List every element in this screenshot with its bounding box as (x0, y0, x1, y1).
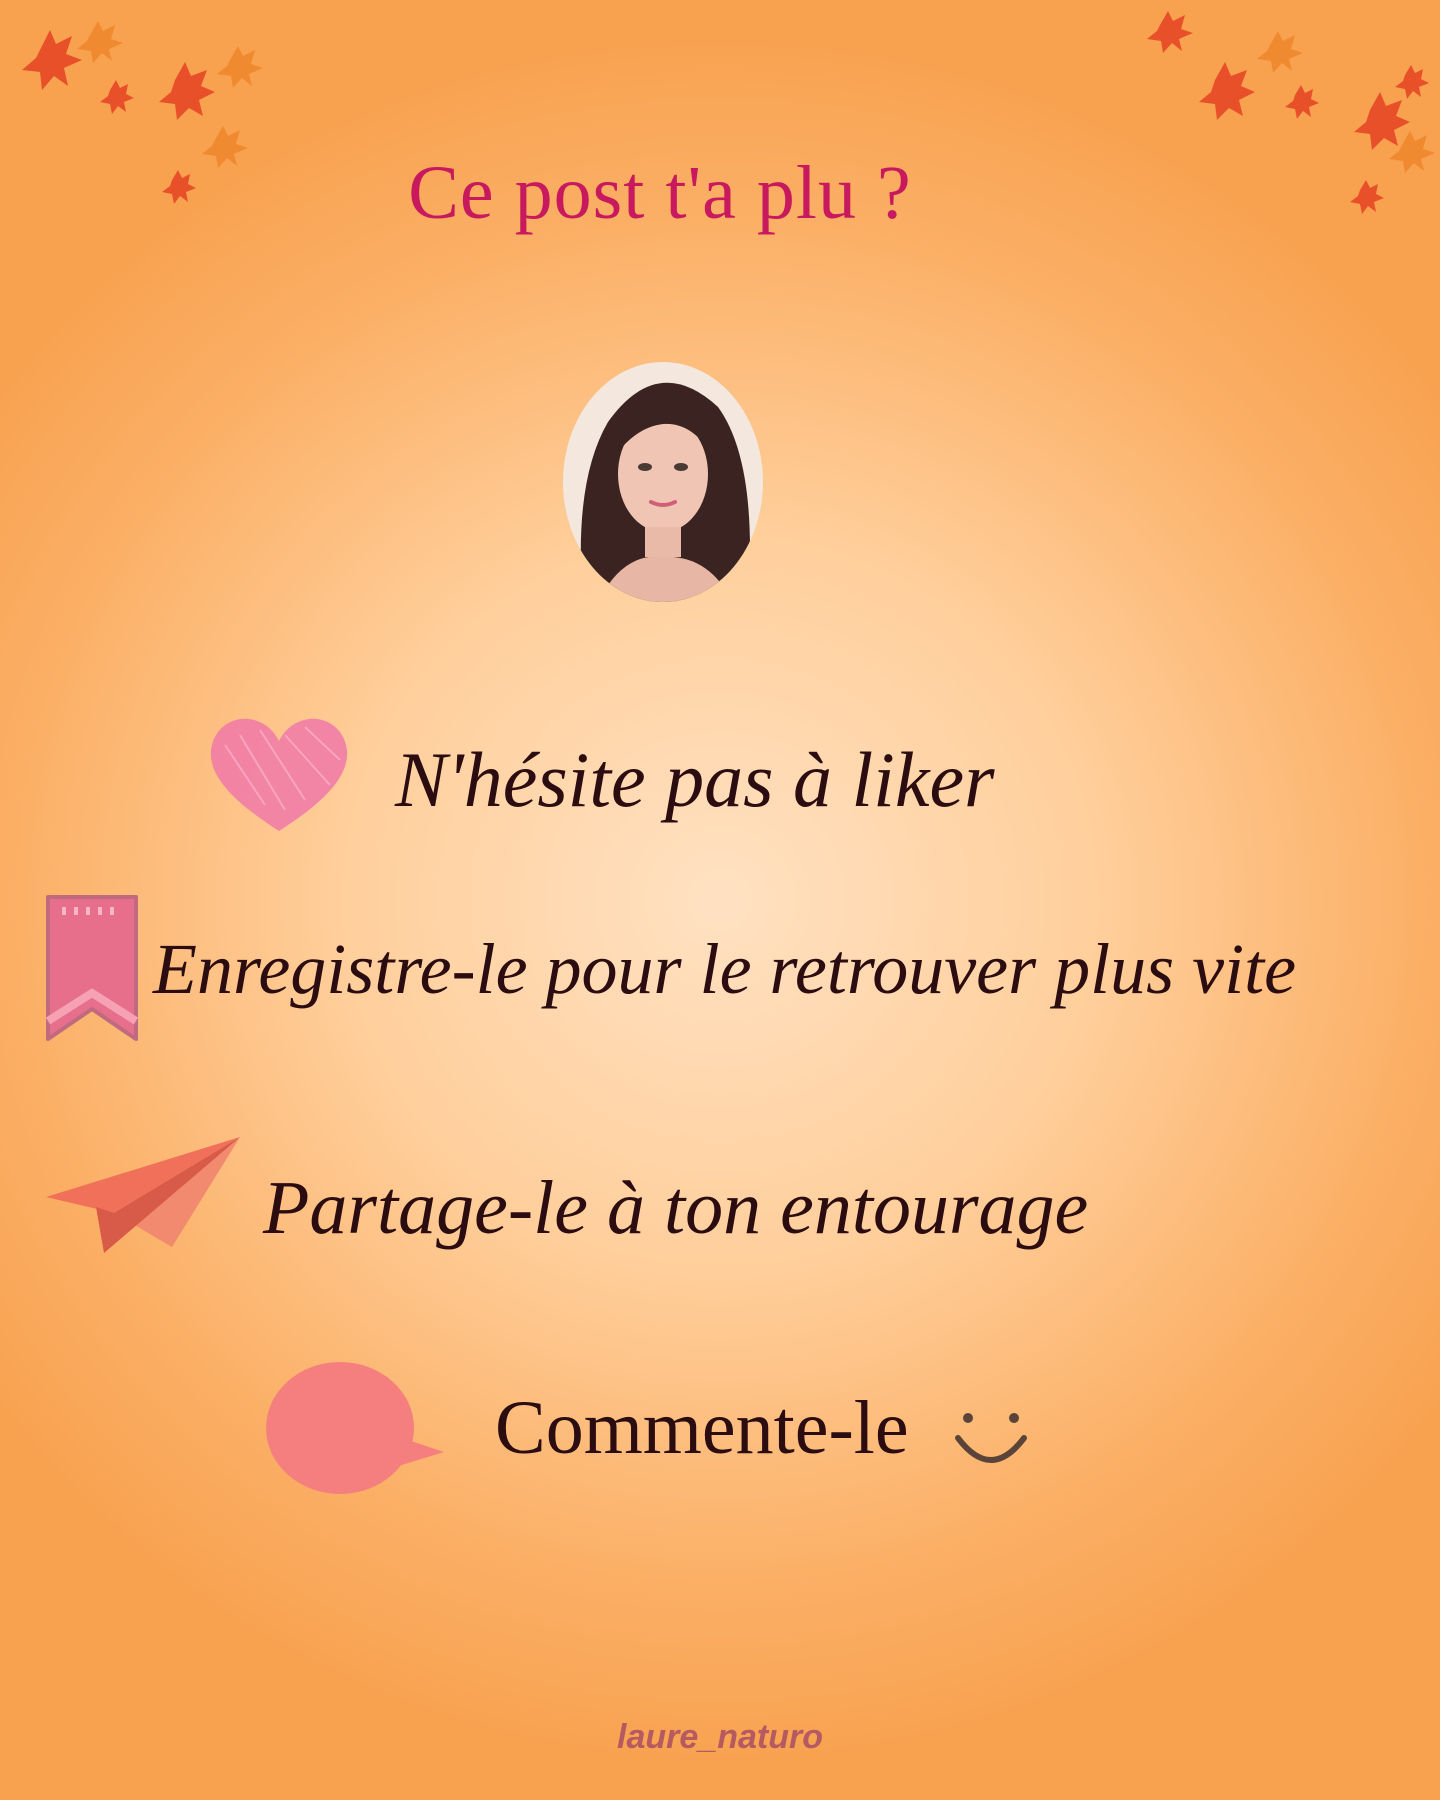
avatar (563, 362, 763, 602)
page-title: Ce post t'a plu ? (408, 151, 912, 235)
share-label: Partage-le à ton entourage (263, 1166, 1089, 1250)
save-label: Enregistre-le pour le retrouver plus vit… (153, 929, 1297, 1009)
like-label: N'hésite pas à liker (395, 736, 995, 823)
comment-label: Commente-le (495, 1386, 909, 1470)
heart-icon[interactable] (205, 715, 353, 835)
account-handle: laure_naturo (617, 1718, 823, 1756)
bookmark-icon[interactable] (44, 893, 140, 1043)
paper-plane-icon[interactable] (44, 1135, 244, 1255)
comment-bubble-icon[interactable] (262, 1358, 447, 1498)
smiley-icon (955, 1413, 1027, 1463)
